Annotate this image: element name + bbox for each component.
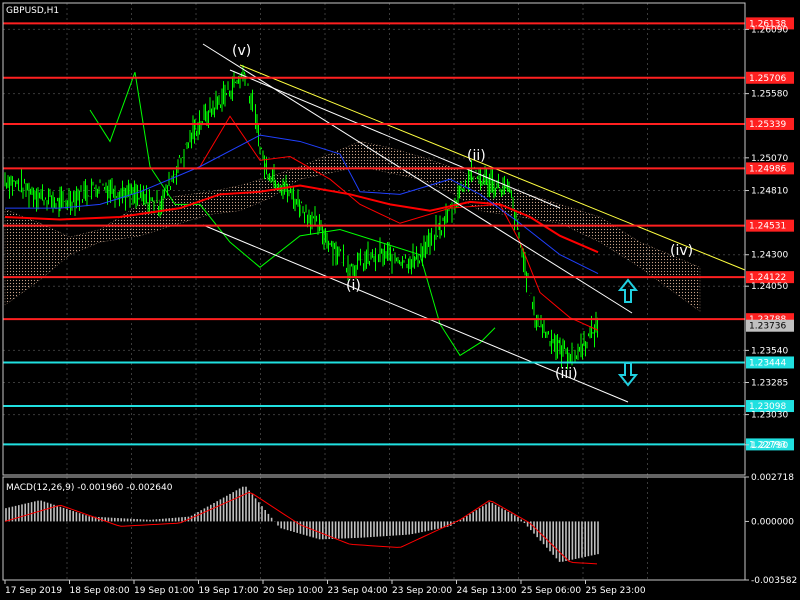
y-tick-label: 1.25070 [751,154,788,164]
wave-label: (ii) [467,148,486,164]
y-tick-label: 1.26090 [751,25,788,35]
macd-y-tick-label: -0.003582 [751,576,797,586]
macd-series [4,486,599,565]
grid-layer [3,3,745,580]
x-tick-label: 24 Sep 13:00 [457,586,517,596]
price-level-label: 1.25339 [749,120,786,130]
current-price-label: 1.23736 [749,322,786,332]
wave-label: (v) [232,43,251,59]
macd-y-tick-label: 0.002718 [751,473,794,483]
macd-label: MACD(12,26,9) -0.001960 -0.002640 [6,483,173,493]
price-panel[interactable]: 1.261381.257061.253391.249861.245311.241… [3,3,794,580]
y-tick-label: 1.23285 [751,378,788,388]
axes: 17 Sep 2019 18 Sep 08:00 19 Sep 01:00 19 Se… [2,2,797,596]
up-arrow [617,278,639,303]
y-tick-label: 1.25580 [751,90,788,100]
x-tick-label: 19 Sep 01:00 [134,586,194,596]
macd-panel[interactable]: MACD(12,26,9) -0.001960 -0.002640 [4,483,599,565]
signal-arrows [617,278,639,387]
x-tick-label: 19 Sep 17:00 [199,586,259,596]
y-tick-label: 1.24810 [751,187,788,197]
trading-chart[interactable]: 1.261381.257061.253391.249861.245311.241… [0,0,800,600]
y-tick-label: 1.23030 [751,411,788,421]
x-tick-label: 23 Sep 20:00 [392,586,452,596]
wave-label: (i) [346,278,361,294]
x-tick-label: 25 Sep 23:00 [586,586,646,596]
y-tick-label: 1.24300 [751,251,788,261]
y-tick-label: 1.24050 [751,282,788,292]
x-tick-label: 23 Sep 04:00 [328,586,388,596]
chart-title: GBPUSD,H1 [6,6,59,16]
x-tick-label: 20 Sep 10:00 [263,586,323,596]
price-level-label: 1.25706 [749,74,786,84]
wave-label: (iv) [670,243,693,259]
wave-label: (iii) [555,366,578,382]
price-level-label: 1.24531 [749,222,786,232]
price-level-label: 1.23444 [749,358,786,368]
macd-y-tick-label: 0.000000 [751,517,794,527]
y-tick-label: 1.23540 [751,346,788,356]
elliott-channel [202,43,746,403]
x-tick-label: 25 Sep 06:00 [521,586,581,596]
x-tick-label: 17 Sep 2019 [5,586,62,596]
price-series [4,64,599,370]
down-arrow [617,362,639,387]
x-tick-label: 18 Sep 08:00 [70,586,130,596]
price-level-label: 1.24986 [749,164,786,174]
y-tick-label: 1.22790 [751,441,788,451]
